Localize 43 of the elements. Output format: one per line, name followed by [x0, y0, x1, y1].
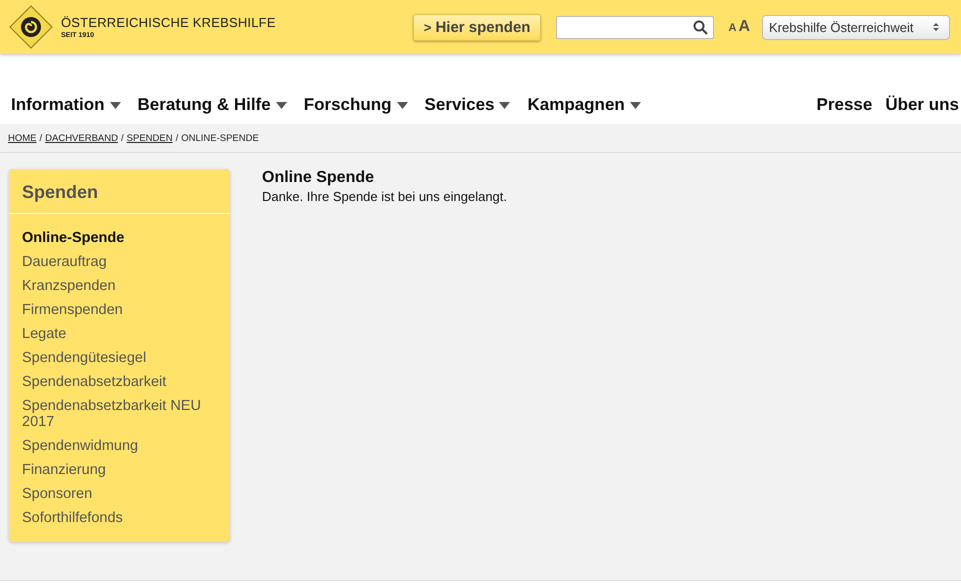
sidebar-item[interactable]: Sponsoren: [22, 482, 217, 506]
nav-menu-item[interactable]: Information: [11, 95, 120, 115]
breadcrumb-separator: /: [121, 132, 124, 144]
sidebar-item[interactable]: Firmenspenden: [22, 298, 217, 322]
sidebar-item[interactable]: Spendenabsetzbarkeit NEU 2017: [22, 394, 217, 434]
dropdown-triangle-icon: [110, 102, 120, 108]
sidebar-item[interactable]: Soforthilfefonds: [22, 506, 217, 530]
sidebar-item[interactable]: Finanzierung: [22, 458, 217, 482]
select-arrows-icon: [933, 22, 939, 32]
text-size-button[interactable]: A: [728, 22, 736, 34]
sidebar-item[interactable]: Spendengütesiegel: [22, 346, 217, 370]
breadcrumb-separator: /: [176, 132, 178, 144]
dropdown-triangle-icon: [396, 102, 408, 108]
breadcrumb-link[interactable]: DACHVERBAND: [45, 132, 118, 144]
text-size-button[interactable]: A: [738, 18, 750, 36]
breadcrumb-separator: /: [40, 132, 42, 144]
breadcrumb-link[interactable]: SPENDEN: [126, 132, 173, 144]
organization-name: ÖSTERREICHISCHE KREBSHILFE: [61, 15, 276, 30]
sidebar-title: Spenden: [9, 169, 230, 214]
spiral-diamond-logo-icon[interactable]: [9, 5, 53, 49]
breadcrumb-link[interactable]: HOME: [8, 132, 36, 144]
sidebar-item[interactable]: Kranzspenden: [22, 274, 217, 298]
sidebar-item[interactable]: Spendenabsetzbarkeit: [22, 370, 217, 394]
dropdown-triangle-icon: [276, 102, 287, 108]
sidebar-item[interactable]: Legate: [22, 322, 217, 346]
region-select[interactable]: Krebshilfe Österreichweit: [762, 14, 950, 40]
nav-link[interactable]: Über uns: [885, 95, 959, 115]
sidebar-item[interactable]: Dauerauftrag: [22, 250, 217, 274]
donate-button[interactable]: > Hier spenden: [412, 14, 542, 40]
nav-menu-item[interactable]: Beratung & Hilfe: [138, 95, 287, 115]
confirmation-text: Danke. Ihre Spende ist bei uns eingelangt.: [262, 189, 508, 204]
sidebar-item[interactable]: Spendenwidmung: [22, 434, 217, 458]
nav-link[interactable]: Presse: [816, 95, 872, 115]
dropdown-triangle-icon: [499, 102, 510, 108]
nav-menu-item[interactable]: Forschung: [304, 95, 408, 115]
search-icon: [693, 20, 708, 34]
dropdown-triangle-icon: [630, 102, 641, 108]
breadcrumb-current: ONLINE-SPENDE: [181, 132, 259, 144]
nav-menu-item[interactable]: Services: [424, 95, 510, 115]
nav-menu-item[interactable]: Kampagnen: [527, 95, 641, 115]
search-field[interactable]: [556, 16, 714, 38]
page-title: Online Spende: [262, 169, 376, 187]
sidebar-item[interactable]: Online-Spende: [22, 226, 217, 250]
